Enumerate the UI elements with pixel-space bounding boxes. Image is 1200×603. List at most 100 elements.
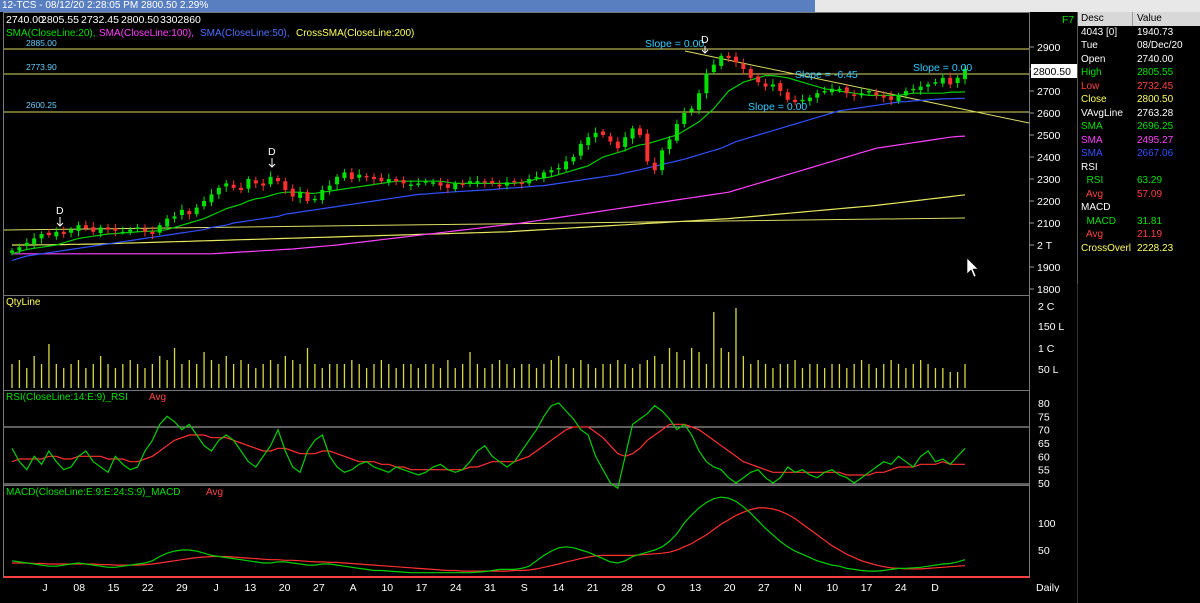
- candle-body[interactable]: [578, 143, 583, 156]
- candle-body[interactable]: [933, 82, 938, 84]
- candle-body[interactable]: [275, 178, 280, 182]
- data-window-row[interactable]: SMA 2495.27: [1078, 134, 1200, 148]
- data-window-row[interactable]: SMA 2696.25: [1078, 120, 1200, 134]
- candle-body[interactable]: [637, 128, 642, 135]
- candle-body[interactable]: [556, 168, 561, 170]
- candle-body[interactable]: [342, 172, 347, 179]
- candle-body[interactable]: [120, 231, 125, 234]
- candle-body[interactable]: [445, 184, 450, 188]
- candle-body[interactable]: [475, 181, 480, 183]
- candle-body[interactable]: [106, 227, 111, 230]
- period-label[interactable]: Daily: [1036, 582, 1060, 592]
- candle-body[interactable]: [645, 133, 650, 162]
- candle-body[interactable]: [748, 69, 753, 78]
- candle-body[interactable]: [571, 157, 576, 162]
- candle-body[interactable]: [903, 91, 908, 96]
- candle-body[interactable]: [320, 190, 325, 201]
- candle-body[interactable]: [305, 192, 310, 201]
- data-window-row[interactable]: Avg 57.09: [1078, 188, 1200, 202]
- candle-body[interactable]: [357, 174, 362, 178]
- candle-body[interactable]: [386, 179, 391, 183]
- candle-body[interactable]: [24, 242, 29, 246]
- candle-body[interactable]: [460, 183, 465, 185]
- data-window-row[interactable]: 4043 [0] 1940.73: [1078, 26, 1200, 40]
- candle-body[interactable]: [889, 96, 894, 100]
- data-window-row[interactable]: VAvgLine 2763.28: [1078, 107, 1200, 121]
- data-window[interactable]: Desc Value 4043 [0] 1940.73 Tue 08/Dec/20 Op…: [1077, 12, 1200, 284]
- candle-body[interactable]: [17, 247, 22, 251]
- candle-body[interactable]: [61, 231, 66, 234]
- data-window-row[interactable]: MACD: [1078, 201, 1200, 215]
- candle-body[interactable]: [165, 218, 170, 227]
- candle-body[interactable]: [763, 83, 768, 87]
- data-window-row[interactable]: RSI: [1078, 161, 1200, 175]
- sma100-line[interactable]: [12, 135, 966, 255]
- candle-body[interactable]: [453, 183, 458, 190]
- candle-body[interactable]: [194, 207, 199, 215]
- macd-line[interactable]: [11, 496, 966, 574]
- candle-body[interactable]: [497, 184, 502, 187]
- candle-body[interactable]: [216, 187, 221, 195]
- candle-body[interactable]: [364, 175, 369, 178]
- candle-body[interactable]: [689, 108, 694, 112]
- candle-body[interactable]: [940, 77, 945, 84]
- candle-body[interactable]: [852, 94, 857, 97]
- candle-body[interactable]: [874, 92, 879, 96]
- candle-body[interactable]: [135, 227, 140, 229]
- candle-body[interactable]: [231, 184, 236, 188]
- candle-body[interactable]: [39, 234, 44, 239]
- data-window-row[interactable]: Close 2800.50: [1078, 93, 1200, 107]
- data-window-row[interactable]: Open 2740.00: [1078, 53, 1200, 67]
- candle-body[interactable]: [327, 185, 332, 190]
- candle-body[interactable]: [32, 238, 37, 245]
- candle-body[interactable]: [408, 184, 413, 187]
- rsi-avg-line[interactable]: [11, 423, 965, 476]
- candle-body[interactable]: [468, 181, 473, 184]
- candle-body[interactable]: [608, 136, 613, 142]
- candle-body[interactable]: [741, 63, 746, 69]
- candle-body[interactable]: [601, 131, 606, 135]
- candle-body[interactable]: [394, 179, 399, 182]
- candle-body[interactable]: [674, 124, 679, 141]
- candle-body[interactable]: [128, 229, 133, 232]
- candle-body[interactable]: [918, 86, 923, 91]
- candle-body[interactable]: [246, 179, 251, 189]
- candle-body[interactable]: [896, 95, 901, 102]
- candle-body[interactable]: [881, 95, 886, 98]
- candle-body[interactable]: [83, 225, 88, 229]
- candle-body[interactable]: [69, 229, 74, 233]
- candle-body[interactable]: [423, 181, 428, 183]
- candle-body[interactable]: [630, 128, 635, 139]
- candle-body[interactable]: [253, 180, 258, 184]
- candle-body[interactable]: [187, 211, 192, 215]
- candle-body[interactable]: [785, 92, 790, 100]
- candle-body[interactable]: [401, 179, 406, 184]
- support-trendline[interactable]: [3, 217, 966, 231]
- candle-body[interactable]: [431, 182, 436, 184]
- candle-body[interactable]: [541, 172, 546, 179]
- candle-body[interactable]: [482, 181, 487, 183]
- candle-body[interactable]: [519, 182, 524, 185]
- candle-body[interactable]: [416, 183, 421, 185]
- candle-body[interactable]: [948, 77, 953, 85]
- candle-body[interactable]: [822, 91, 827, 93]
- candle-body[interactable]: [652, 162, 657, 171]
- data-window-row[interactable]: SMA 2667.06: [1078, 147, 1200, 161]
- candle-body[interactable]: [778, 83, 783, 91]
- candle-body[interactable]: [179, 209, 184, 216]
- candle-body[interactable]: [224, 183, 229, 187]
- candle-body[interactable]: [142, 228, 147, 232]
- candle-body[interactable]: [955, 77, 960, 84]
- candle-body[interactable]: [534, 176, 539, 179]
- candle-body[interactable]: [312, 198, 317, 201]
- candle-body[interactable]: [268, 176, 273, 185]
- candle-body[interactable]: [504, 182, 509, 186]
- candle-body[interactable]: [157, 225, 162, 233]
- candle-body[interactable]: [859, 93, 864, 96]
- value-column-header[interactable]: Value: [1133, 12, 1200, 26]
- candle-body[interactable]: [844, 87, 849, 94]
- candle-body[interactable]: [615, 141, 620, 149]
- candle-body[interactable]: [667, 139, 672, 150]
- candle-body[interactable]: [490, 180, 495, 184]
- data-window-row[interactable]: Tue 08/Dec/20: [1078, 39, 1200, 53]
